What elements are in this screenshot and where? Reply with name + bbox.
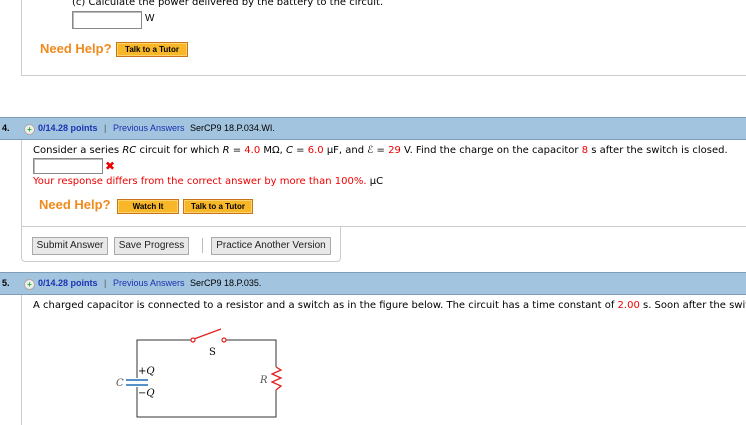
question-4-text: Consider a series RC circuit for which R…	[33, 145, 728, 156]
need-help-label: Need Help?	[40, 41, 112, 56]
capacitor-icon	[126, 379, 148, 386]
minus-q-label: −Q	[138, 388, 155, 399]
previous-answers-link[interactable]: Previous Answers	[113, 273, 185, 294]
charge-answer-input[interactable]	[33, 158, 103, 174]
practice-another-version-button[interactable]: Practice Another Version	[211, 237, 331, 255]
save-progress-button[interactable]: Save Progress	[114, 237, 189, 255]
switch-icon	[190, 328, 227, 343]
problem-id: SerCP9 18.P.034.WI.	[190, 123, 275, 133]
previous-answers-link[interactable]: Previous Answers	[113, 118, 185, 139]
capacitor-label: C	[116, 378, 124, 389]
talk-to-tutor-button[interactable]: Talk to a Tutor	[183, 199, 253, 214]
expand-plus-icon[interactable]: +	[24, 124, 35, 135]
power-unit: W	[145, 13, 155, 24]
rc-circuit-figure: S +Q −Q C R	[116, 328, 283, 418]
question-number: 4.	[2, 123, 10, 133]
separator: |	[104, 278, 107, 288]
talk-to-tutor-button[interactable]: Talk to a Tutor	[116, 42, 188, 57]
part-c-prompt: (c) Calculate the power delivered by the…	[72, 0, 384, 8]
feedback-message: Your response differs from the correct a…	[33, 176, 384, 187]
switch-label: S	[209, 347, 216, 358]
submit-answer-button[interactable]: Submit Answer	[32, 237, 108, 255]
expand-plus-icon[interactable]: +	[24, 279, 35, 290]
separator: |	[104, 123, 107, 133]
points-link[interactable]: 0/14.28 points	[38, 118, 98, 139]
resistor-icon	[270, 366, 283, 391]
question-4-header: 4. + 0/14.28 points | Previous Answers S…	[0, 117, 746, 140]
incorrect-x-icon: ✖	[105, 159, 116, 173]
question-5-text: A charged capacitor is connected to a re…	[33, 300, 746, 311]
plus-q-label: +Q	[138, 366, 155, 377]
question-number: 5.	[2, 278, 10, 288]
watch-it-button[interactable]: Watch It	[117, 199, 179, 214]
question-5-header: 5. + 0/14.28 points | Previous Answers S…	[0, 272, 746, 295]
points-link[interactable]: 0/14.28 points	[38, 273, 98, 294]
problem-id: SerCP9 18.P.035.	[190, 278, 262, 288]
resistor-label: R	[259, 375, 268, 386]
need-help-label: Need Help?	[39, 197, 111, 212]
power-answer-input[interactable]	[72, 11, 142, 29]
